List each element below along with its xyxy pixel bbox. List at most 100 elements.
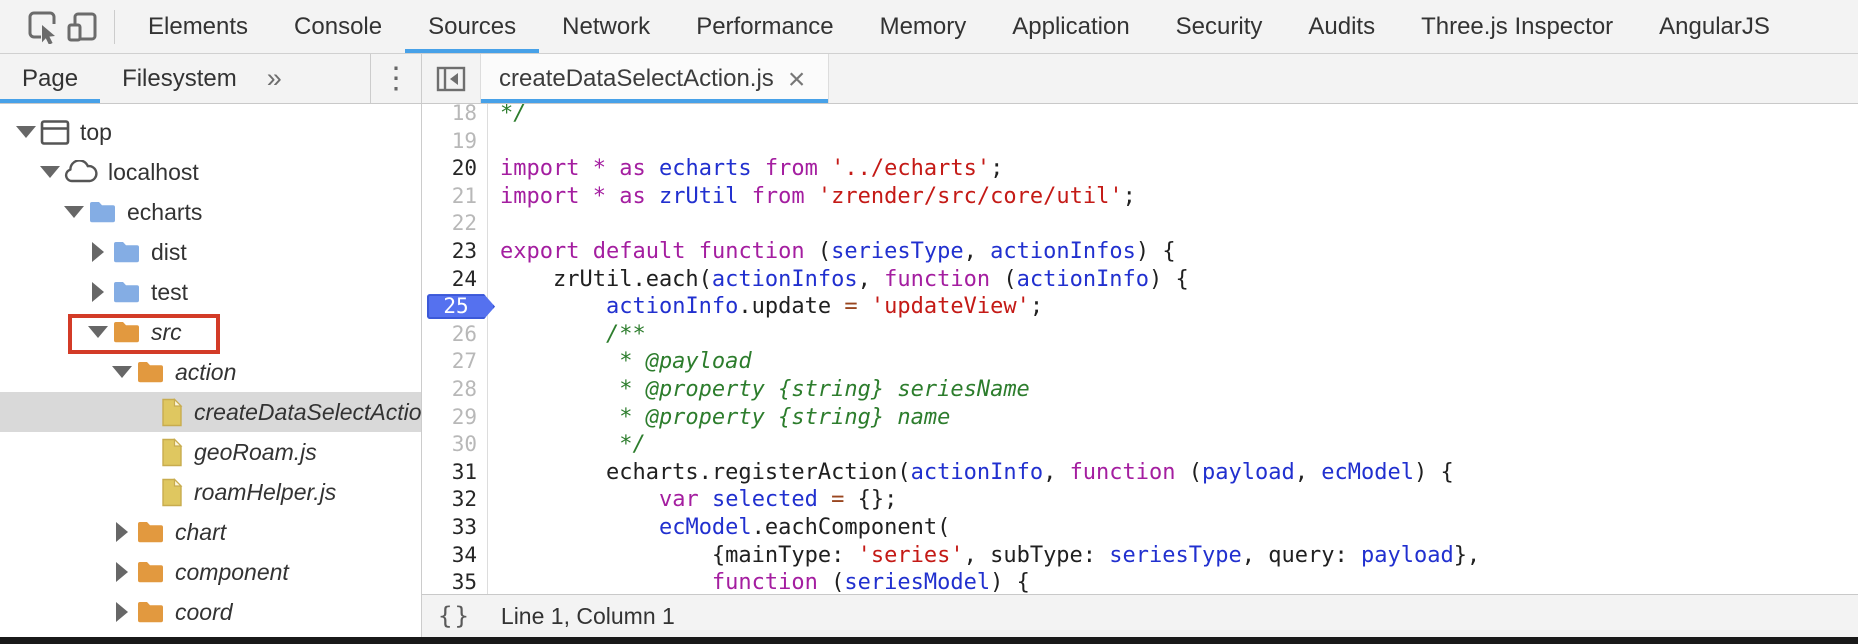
devtools-window: ElementsConsoleSourcesNetworkPerformance… [0,0,1858,644]
code-line-31: echarts.registerAction(actionInfo, funct… [500,459,1858,487]
tree-item-action[interactable]: action [0,352,421,392]
panel-tab-sources[interactable]: Sources [405,0,539,53]
tree-item-label: test [151,279,188,306]
toolbar-divider [114,10,115,44]
expanded-arrow-icon[interactable] [16,126,36,138]
tree-item-createdataselectactio[interactable]: createDataSelectActio [0,392,421,432]
frame-icon [40,119,70,146]
expanded-arrow-icon[interactable] [64,206,84,218]
line-number-25[interactable]: 25 [422,293,487,321]
line-number-30[interactable]: 30 [422,431,487,459]
code-line-30: */ [500,431,1858,459]
code-editor[interactable]: 181920212223242526272829303132333435 */ … [422,104,1858,637]
line-number-34[interactable]: 34 [422,542,487,570]
code-scroll-area: 181920212223242526272829303132333435 */ … [422,104,1858,597]
line-number-29[interactable]: 29 [422,404,487,432]
tree-item-test[interactable]: test [0,272,421,312]
line-number-33[interactable]: 33 [422,514,487,542]
panel-tab-application[interactable]: Application [989,0,1152,53]
close-tab-icon[interactable]: × [788,65,806,95]
expanded-arrow-icon[interactable] [112,366,132,378]
line-number-27[interactable]: 27 [422,348,487,376]
caret-position-label: Line 1, Column 1 [501,603,675,630]
tree-item-top[interactable]: top [0,112,421,152]
line-number-31[interactable]: 31 [422,459,487,487]
inspect-element-icon[interactable] [22,7,62,47]
editor-tab-createdataselectaction[interactable]: createDataSelectAction.js × [480,54,829,103]
tree-item-label: action [175,359,236,386]
line-number-gutter[interactable]: 181920212223242526272829303132333435 [422,104,488,597]
collapsed-arrow-icon[interactable] [92,282,104,302]
device-toolbar-icon[interactable] [62,7,102,47]
line-number-23[interactable]: 23 [422,238,487,266]
collapsed-arrow-icon[interactable] [116,562,128,582]
tree-item-echarts[interactable]: echarts [0,192,421,232]
tree-item-src[interactable]: src [0,312,421,352]
sources-subbar: PageFilesystem » ⋮ createDataSelectActio… [0,54,1858,104]
collapsed-arrow-icon[interactable] [116,602,128,622]
panel-tab-audits[interactable]: Audits [1285,0,1398,53]
line-number-35[interactable]: 35 [422,569,487,597]
panel-tab-console[interactable]: Console [271,0,405,53]
navigator-header: PageFilesystem » [0,54,371,103]
line-number-26[interactable]: 26 [422,321,487,349]
folder-blue-icon [112,280,141,304]
tree-item-label: coord [175,599,233,626]
tree-item-label: dist [151,239,187,266]
panel-tab-elements[interactable]: Elements [125,0,271,53]
toolbar-icon-group [0,0,102,53]
folder-blue-icon [88,200,117,224]
line-number-28[interactable]: 28 [422,376,487,404]
line-number-24[interactable]: 24 [422,266,487,294]
collapsed-arrow-icon[interactable] [92,242,104,262]
tree-item-chart[interactable]: chart [0,512,421,552]
tree-item-label: geoRoam.js [194,439,317,466]
tree-item-label: component [175,559,289,586]
pretty-print-icon[interactable]: {} [438,602,471,630]
code-text-area[interactable]: */ import * as echarts from '../echarts'… [488,104,1858,597]
line-number-19[interactable]: 19 [422,128,487,156]
editor-tabstrip: createDataSelectAction.js × [422,54,1858,103]
panel-tab-performance[interactable]: Performance [673,0,856,53]
line-number-20[interactable]: 20 [422,155,487,183]
code-line-33: ecModel.eachComponent( [500,514,1858,542]
panel-tab-security[interactable]: Security [1153,0,1286,53]
code-line-28: * @property {string} seriesName [500,376,1858,404]
folder-orange-icon [136,360,165,384]
line-number-22[interactable]: 22 [422,210,487,238]
code-line-20: import * as echarts from '../echarts'; [500,155,1858,183]
panel-tab-angularjs[interactable]: AngularJS [1636,0,1793,53]
tree-item-georoam-js[interactable]: geoRoam.js [0,432,421,472]
code-line-23: export default function (seriesType, act… [500,238,1858,266]
sources-main-area: top localhost echarts dist test src action crea… [0,104,1858,637]
line-number-21[interactable]: 21 [422,183,487,211]
expanded-arrow-icon[interactable] [88,326,108,338]
panel-tab-network[interactable]: Network [539,0,673,53]
code-line-18: */ [500,104,1858,128]
collapsed-arrow-icon[interactable] [116,522,128,542]
page-background-strip [0,637,1858,644]
editor-tab-title: createDataSelectAction.js [499,65,774,93]
panel-tab-three-js-inspector[interactable]: Three.js Inspector [1398,0,1636,53]
navigator-tab-page[interactable]: Page [0,54,100,103]
tree-item-coord[interactable]: coord [0,592,421,632]
tree-item-dist[interactable]: dist [0,232,421,272]
tree-item-roamhelper-js[interactable]: roamHelper.js [0,472,421,512]
folder-orange-icon [112,320,141,344]
navigator-tab-filesystem[interactable]: Filesystem [100,54,259,103]
line-number-32[interactable]: 32 [422,486,487,514]
tree-item-localhost[interactable]: localhost [0,152,421,192]
panel-tab-memory[interactable]: Memory [857,0,990,53]
hide-navigator-icon[interactable] [422,54,480,103]
tree-item-label: localhost [108,159,199,186]
more-tabs-chevron-icon[interactable]: » [259,54,290,103]
editor-status-bar: {} Line 1, Column 1 [422,594,1858,637]
line-number-18[interactable]: 18 [422,104,487,128]
expanded-arrow-icon[interactable] [40,166,60,178]
file-icon [160,478,184,507]
breakpoint-badge[interactable]: 25 [427,294,495,319]
navigator-menu-icon[interactable]: ⋮ [371,54,422,103]
tree-item-component[interactable]: component [0,552,421,592]
code-line-27: * @payload [500,348,1858,376]
folder-orange-icon [136,520,165,544]
